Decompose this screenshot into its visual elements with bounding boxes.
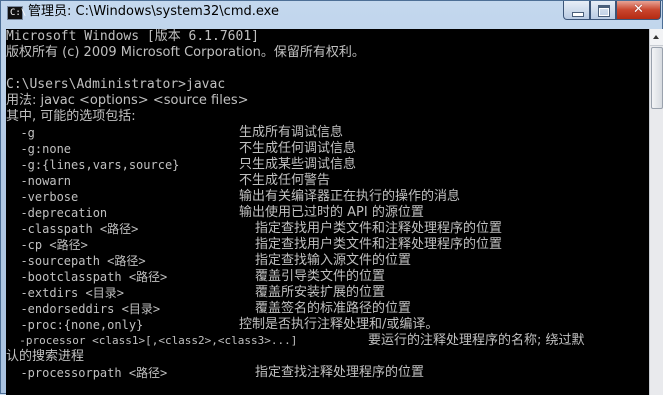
- option-flag: -cp <路径>: [6, 238, 88, 252]
- option-flag: -g: [6, 126, 35, 140]
- close-button[interactable]: ✕: [616, 1, 661, 20]
- close-icon: ✕: [633, 2, 644, 17]
- option-description: 覆盖引导类文件的位置: [255, 269, 386, 284]
- option-description: 只生成某些调试信息: [239, 157, 357, 172]
- maximize-icon: [598, 5, 610, 17]
- scroll-thumb[interactable]: [651, 47, 663, 109]
- console-line: Microsoft Windows [版本 6.1.7601]: [6, 29, 259, 44]
- option-description-continued: 认的搜索进程: [6, 349, 85, 364]
- option-flag: -processor <class1>[,<class2>,<class3>..…: [6, 334, 298, 347]
- option-flag: -processorpath <路径>: [6, 366, 168, 380]
- option-flag: -g:none: [6, 142, 72, 156]
- option-description: 覆盖所安装扩展的位置: [255, 285, 386, 300]
- option-flag: -extdirs <目录>: [6, 286, 124, 300]
- option-description: 要运行的注释处理程序的名称; 绕过默: [368, 333, 585, 348]
- option-description: 指定查找注释处理程序的位置: [255, 365, 425, 380]
- option-description: 指定查找输入源文件的位置: [255, 253, 412, 268]
- option-description: 覆盖签名的标准路径的位置: [255, 301, 412, 316]
- minimize-icon: [572, 12, 584, 17]
- app-icon-label: C:\: [10, 8, 27, 18]
- option-description: 生成所有调试信息: [239, 125, 344, 140]
- window-title: 管理员: C:\Windows\system32\cmd.exe: [28, 4, 279, 19]
- option-description: 输出有关编译器正在执行的操作的消息: [239, 189, 461, 204]
- option-flag: -deprecation: [6, 206, 108, 220]
- option-flag: -g:{lines,vars,source}: [6, 158, 180, 172]
- console-line: 版权所有 (c) 2009 Microsoft Corporation。保留所有…: [6, 45, 365, 60]
- option-description: 不生成任何调试信息: [239, 141, 357, 156]
- title-bar[interactable]: C:\ 管理员: C:\Windows\system32\cmd.exe ✕: [1, 1, 662, 29]
- option-flag: -classpath <路径>: [6, 222, 139, 236]
- minimize-button[interactable]: [563, 1, 590, 20]
- option-description: 不生成任何警告: [239, 173, 331, 188]
- vertical-scrollbar[interactable]: [649, 29, 663, 395]
- option-flag: -endorseddirs <目录>: [6, 302, 161, 316]
- console-line: 用法: javac <options> <source files>: [6, 93, 249, 108]
- option-description: 输出使用已过时的 API 的源位置: [239, 205, 424, 220]
- option-description: 指定查找用户类文件和注释处理程序的位置: [255, 237, 503, 252]
- console-prompt-line: C:\Users\Administrator>javac: [6, 77, 226, 92]
- option-flag: -nowarn: [6, 174, 72, 188]
- scroll-up-arrow-icon[interactable]: [650, 29, 663, 46]
- console-line: 其中, 可能的选项包括:: [6, 109, 136, 124]
- option-description: 控制是否执行注释处理和/或编译。: [239, 317, 439, 332]
- console-output[interactable]: Microsoft Windows [版本 6.1.7601] 版权所有 (c)…: [6, 29, 649, 395]
- option-flag: -verbose: [6, 190, 79, 204]
- option-flag: -sourcepath <路径>: [6, 254, 146, 268]
- console-app-icon[interactable]: C:\: [7, 6, 27, 20]
- maximize-button[interactable]: [590, 1, 616, 20]
- option-flag: -bootclasspath <路径>: [6, 270, 168, 284]
- cmd-window: C:\ 管理员: C:\Windows\system32\cmd.exe ✕ M…: [0, 0, 663, 395]
- option-description: 指定查找用户类文件和注释处理程序的位置: [255, 221, 503, 236]
- option-flag: -proc:{none,only}: [6, 318, 144, 332]
